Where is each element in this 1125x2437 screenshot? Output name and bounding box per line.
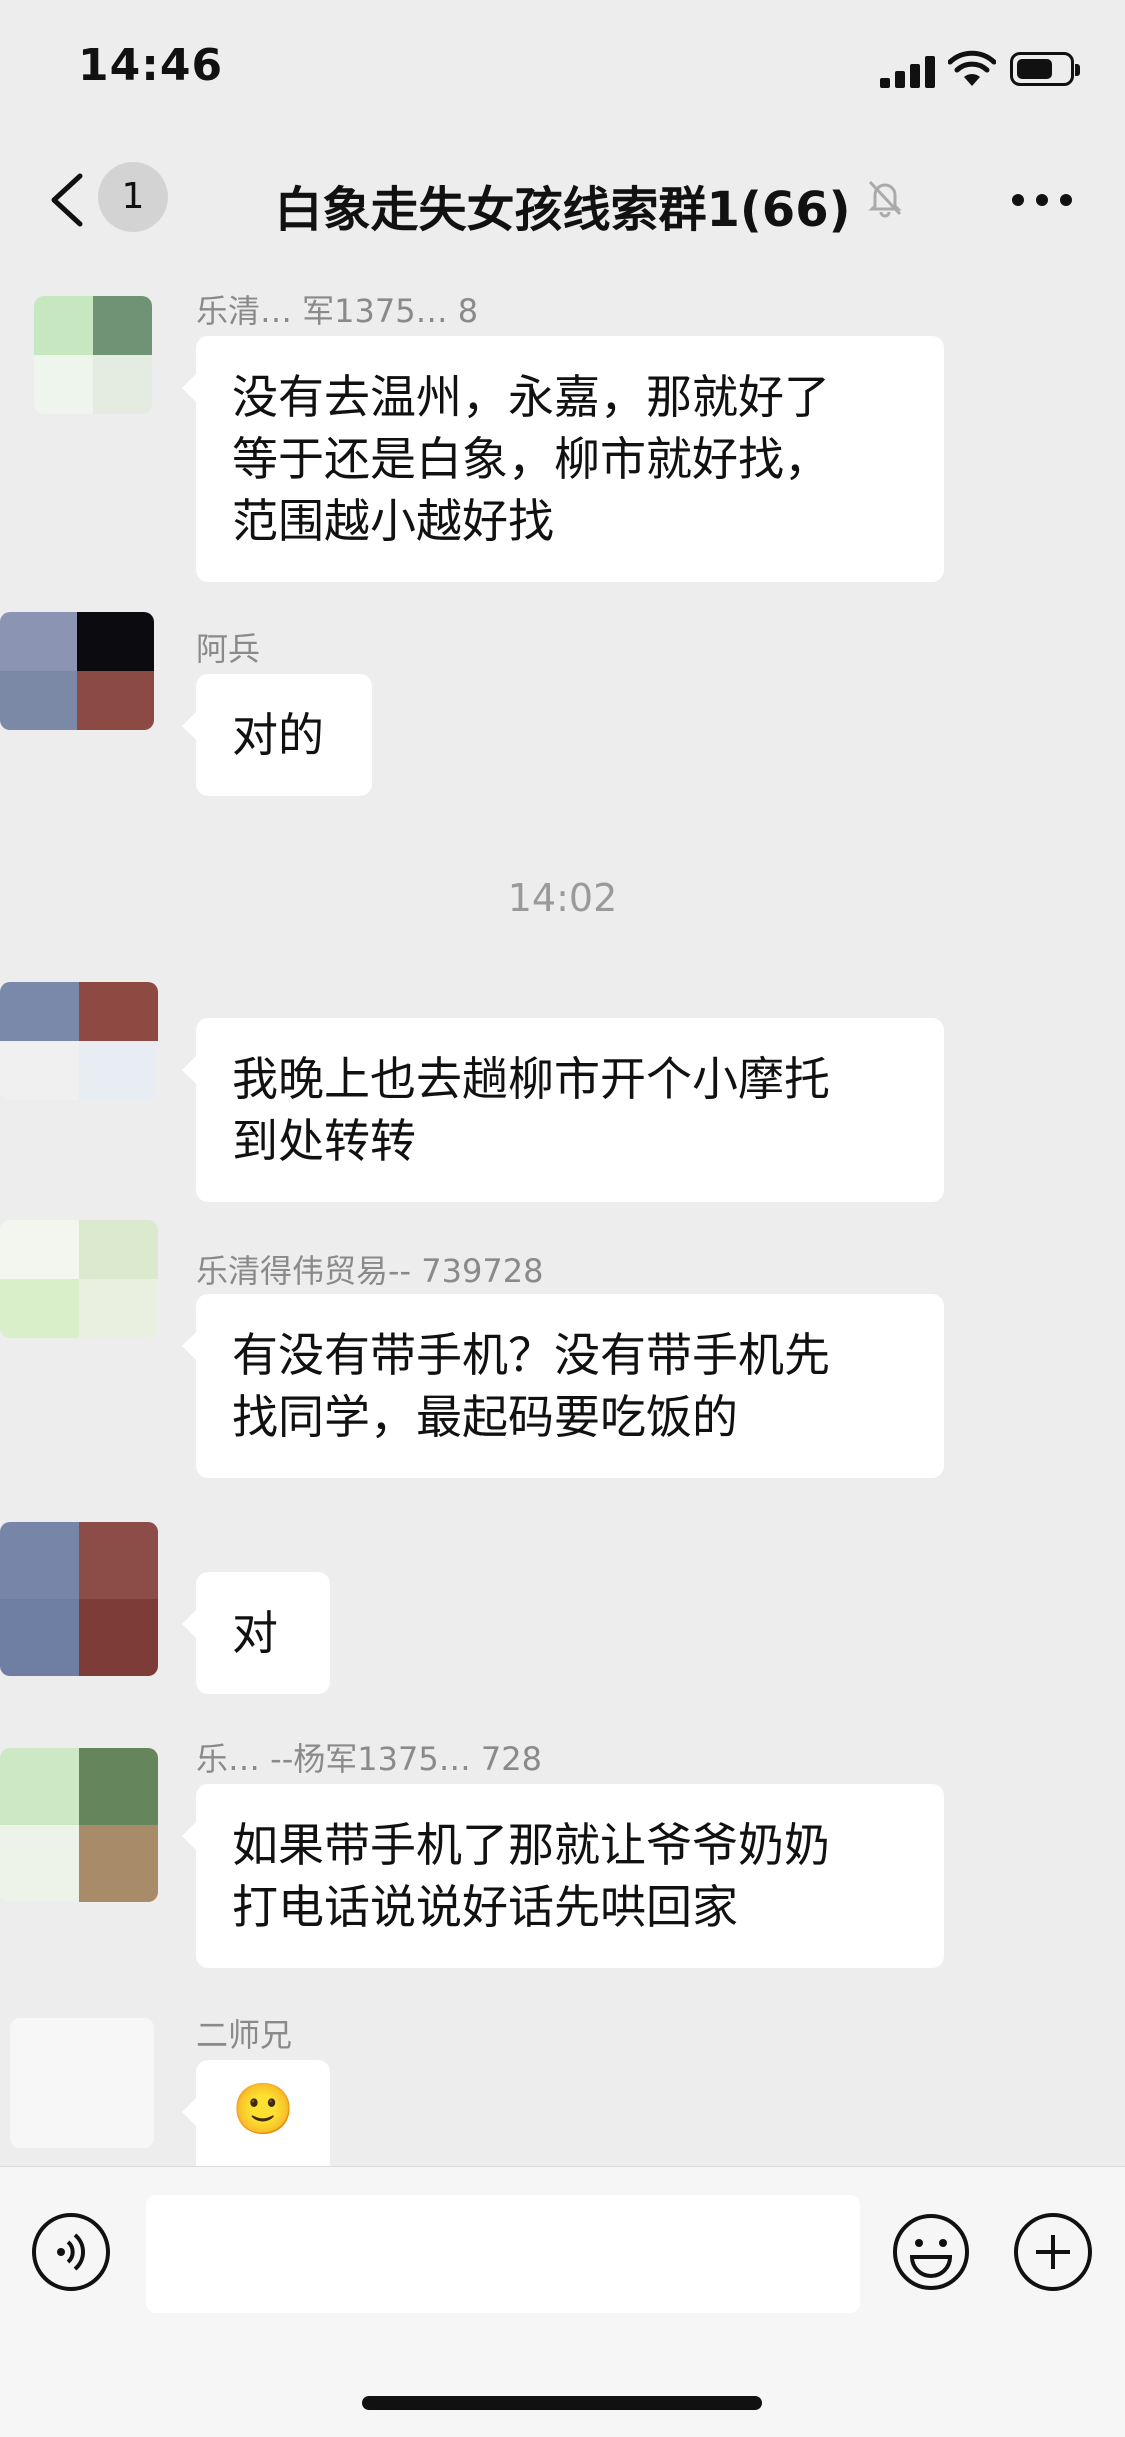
avatar[interactable] (10, 2018, 154, 2148)
message-bubble[interactable]: 没有去温州，永嘉，那就好了 等于还是白象，柳市就好找， 范围越小越好找 (182, 336, 944, 582)
voice-icon[interactable] (32, 2213, 110, 2291)
avatar[interactable] (0, 1748, 158, 1902)
status-time: 14:46 (78, 40, 224, 91)
plus-icon[interactable] (1014, 2213, 1092, 2291)
status-bar: 14:46 (0, 0, 1125, 140)
sender-name: 二师兄 (196, 2016, 293, 2054)
chat-title: 白象走失女孩线索群1(66) (274, 182, 851, 238)
chat-timestamp: 14:02 (507, 876, 618, 920)
more-dots-icon[interactable] (1012, 194, 1072, 208)
sender-name: 乐清… 军1375… 8 (196, 292, 479, 330)
message-bubble[interactable]: 有没有带手机？没有带手机先 找同学，最起码要吃饭的 (182, 1294, 944, 1478)
sender-name: 阿兵 (196, 630, 261, 668)
sender-name: 乐… --杨军1375… 728 (196, 1740, 542, 1778)
wifi-icon (948, 50, 996, 86)
avatar[interactable] (34, 296, 152, 414)
message-bubble[interactable]: 对的 (182, 674, 372, 796)
sender-name: 乐清得伟贸易-- 739728 (196, 1252, 544, 1290)
avatar[interactable] (0, 1522, 158, 1676)
bell-muted-icon (868, 180, 902, 218)
message-bubble[interactable]: 如果带手机了那就让爷爷奶奶 打电话说说好话先哄回家 (182, 1784, 944, 1968)
battery-icon (1010, 52, 1080, 86)
avatar[interactable] (0, 612, 154, 730)
emoji-icon[interactable] (892, 2213, 970, 2291)
message-bubble[interactable]: 对 (182, 1572, 330, 1694)
message-input[interactable] (146, 2195, 860, 2313)
avatar[interactable] (0, 982, 158, 1100)
avatar[interactable] (0, 1220, 158, 1338)
home-indicator[interactable] (362, 2396, 762, 2410)
emoji-message-bubble[interactable]: 🙂 (182, 2060, 330, 2168)
message-bubble[interactable]: 我晚上也去趟柳市开个小摩托 到处转转 (182, 1018, 944, 1202)
cellular-signal-icon (880, 56, 936, 88)
